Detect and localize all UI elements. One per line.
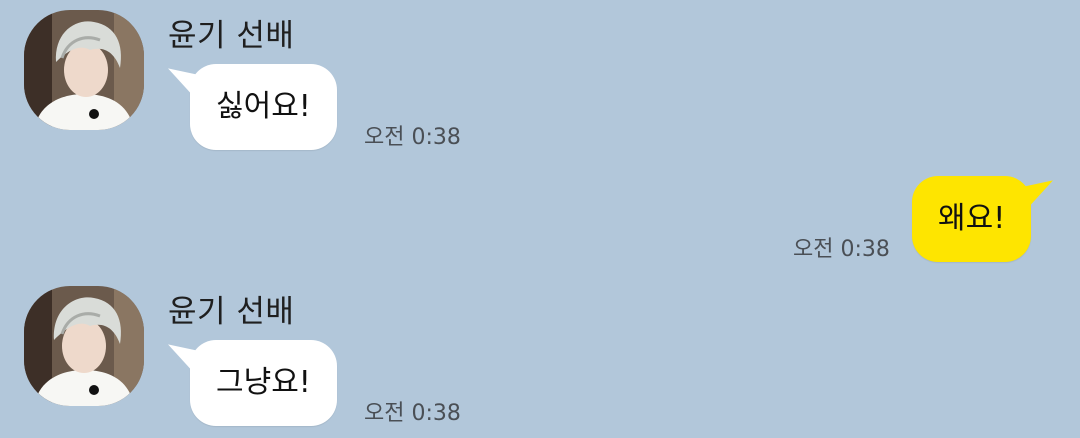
sender-name: 윤기 선배 [168,18,295,54]
profile-photo [24,286,144,406]
profile-photo [24,10,144,130]
message-bubble-incoming[interactable]: 싫어요! [190,64,337,150]
avatar[interactable] [24,286,144,406]
message-timestamp: 오전 0:38 [793,237,890,262]
message-timestamp: 오전 0:38 [364,401,461,426]
sender-name: 윤기 선배 [168,294,295,330]
message-bubble-outgoing[interactable]: 왜요! [912,176,1032,262]
avatar[interactable] [24,10,144,130]
message-timestamp: 오전 0:38 [364,125,461,150]
message-bubble-incoming[interactable]: 그냥요! [190,340,337,426]
